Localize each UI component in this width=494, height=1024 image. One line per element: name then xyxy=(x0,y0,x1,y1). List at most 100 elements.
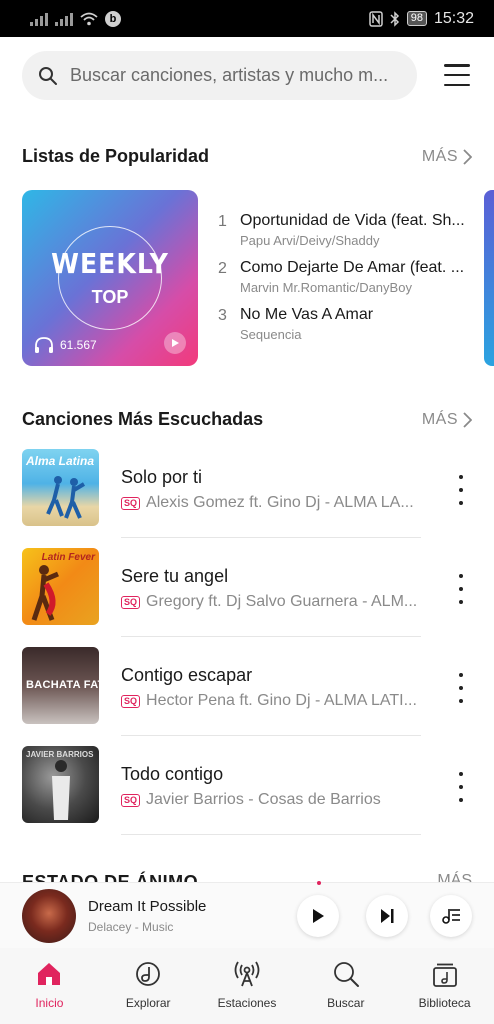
rank-number: 1 xyxy=(218,213,227,230)
next-chart-card[interactable] xyxy=(484,190,494,366)
nav-label: Buscar xyxy=(327,996,365,1010)
explore-icon xyxy=(136,962,161,986)
rank-artist: Papu Arvi/Deivy/Shaddy xyxy=(240,233,380,248)
top-songs-more-link[interactable]: MÁS xyxy=(422,411,472,429)
play-count: 61.567 xyxy=(34,336,97,354)
more-options-icon[interactable] xyxy=(454,574,468,604)
rank-title: Como Dejarte De Amar (feat. ... xyxy=(240,259,465,276)
song-info: Sere tu angel SQ Gregory ft. Dj Salvo Gu… xyxy=(121,538,421,637)
search-bar[interactable] xyxy=(22,51,417,100)
song-info: Solo por ti SQ Alexis Gomez ft. Gino Dj … xyxy=(121,439,421,538)
rank-number: 2 xyxy=(218,260,227,277)
song-title: Contigo escapar xyxy=(121,665,253,685)
card-title-line1: WEEKLY xyxy=(51,247,169,280)
song-artist: Gregory ft. Dj Salvo Guarnera - ALM... xyxy=(146,593,418,610)
dancer-couple-icon xyxy=(31,565,59,621)
chevron-right-icon xyxy=(463,411,472,428)
singer-figure-icon xyxy=(52,760,70,820)
search-input[interactable] xyxy=(70,65,400,86)
song-list: Alma Latina Solo por ti SQ Alexis Gomez … xyxy=(22,449,472,845)
bottom-nav: Inicio Explorar Estaciones Buscar Biblio… xyxy=(0,948,494,1024)
ranking-item[interactable]: 3 No Me Vas A Amar Sequencia xyxy=(218,306,474,353)
sq-badge: SQ xyxy=(121,694,141,708)
menu-button[interactable] xyxy=(444,64,470,86)
nav-label: Estaciones xyxy=(217,996,277,1010)
notification-icon: b xyxy=(105,10,121,27)
chart-ranking: 1 Oportunidad de Vida (feat. Sh... Papu … xyxy=(218,212,474,353)
player-title: Dream It Possible xyxy=(88,897,207,915)
chevron-right-icon xyxy=(463,148,472,165)
nav-stations[interactable]: Estaciones xyxy=(198,948,297,1024)
cover-text: Alma Latina xyxy=(26,454,95,468)
player-cover xyxy=(22,888,76,943)
nav-library[interactable]: Biblioteca xyxy=(395,948,494,1024)
song-artist: Javier Barrios - Cosas de Barrios xyxy=(146,791,381,808)
card-title-line2: TOP xyxy=(91,287,129,307)
next-button[interactable] xyxy=(366,895,408,937)
song-title: Todo contigo xyxy=(121,764,224,784)
album-cover: BACHATA FATAL xyxy=(22,647,99,724)
play-count-value: 61.567 xyxy=(60,338,97,352)
playlist-button[interactable] xyxy=(430,895,472,937)
song-item[interactable]: BACHATA FATAL Contigo escapar SQ Hector … xyxy=(22,647,472,746)
headphones-icon xyxy=(35,337,53,353)
sq-badge: SQ xyxy=(121,595,141,609)
play-button[interactable] xyxy=(297,895,339,937)
clock: 15:32 xyxy=(433,9,474,27)
song-item[interactable]: Alma Latina Solo por ti SQ Alexis Gomez … xyxy=(22,449,472,548)
nav-label: Biblioteca xyxy=(418,996,471,1010)
charts-title: Listas de Popularidad xyxy=(22,146,210,166)
player-artist: Delacey - Music xyxy=(88,919,174,934)
ranking-item[interactable]: 1 Oportunidad de Vida (feat. Sh... Papu … xyxy=(218,212,474,259)
charts-more-label: MÁS xyxy=(421,147,458,165)
player-progress-indicator xyxy=(317,881,321,885)
song-artist: Hector Pena ft. Gino Dj - ALMA LATI... xyxy=(146,692,417,709)
nav-label: Explorar xyxy=(125,996,171,1010)
song-item[interactable]: JAVIER BARRIOS Todo contigo SQ Javier Ba… xyxy=(22,746,472,845)
nav-search[interactable]: Buscar xyxy=(296,948,395,1024)
song-info: Todo contigo SQ Javier Barrios - Cosas d… xyxy=(121,736,421,835)
search-row xyxy=(22,51,472,100)
player-info: Dream It Possible Delacey - Music xyxy=(88,898,278,934)
battery-icon: 98 xyxy=(406,11,427,26)
signal-1-icon xyxy=(30,12,48,26)
charts-more-link[interactable]: MÁS xyxy=(422,148,472,166)
search-icon xyxy=(39,66,57,85)
search-icon xyxy=(333,962,359,987)
playlist-icon xyxy=(442,909,460,924)
rank-title: No Me Vas A Amar xyxy=(240,306,374,323)
library-icon xyxy=(432,963,457,987)
more-options-icon[interactable] xyxy=(454,772,468,802)
album-cover: JAVIER BARRIOS xyxy=(22,746,99,823)
song-title: Solo por ti xyxy=(121,467,203,487)
cover-text: BACHATA FATAL xyxy=(26,679,99,691)
song-info: Contigo escapar SQ Hector Pena ft. Gino … xyxy=(121,637,421,736)
home-icon xyxy=(38,963,61,985)
nfc-icon xyxy=(368,10,383,27)
dancers-icon xyxy=(46,476,86,519)
skip-next-icon xyxy=(381,909,394,923)
bluetooth-icon xyxy=(390,10,399,27)
more-options-icon[interactable] xyxy=(454,673,468,703)
top-songs-header: Canciones Más Escuchadas MÁS xyxy=(22,409,472,430)
song-item[interactable]: Latin Fever Sere tu angel SQ Gregory ft.… xyxy=(22,548,472,647)
status-left: b xyxy=(30,10,121,27)
nav-home[interactable]: Inicio xyxy=(0,948,99,1024)
mini-player[interactable]: Dream It Possible Delacey - Music xyxy=(0,881,494,948)
ranking-item[interactable]: 2 Como Dejarte De Amar (feat. ... Marvin… xyxy=(218,259,474,306)
rank-artist: Sequencia xyxy=(240,327,302,342)
status-right: 98 15:32 xyxy=(368,9,474,28)
radio-icon xyxy=(234,961,260,987)
more-options-icon[interactable] xyxy=(454,475,468,505)
song-artist: Alexis Gomez ft. Gino Dj - ALMA LA... xyxy=(146,494,414,511)
nav-explore[interactable]: Explorar xyxy=(99,948,198,1024)
album-cover: Alma Latina xyxy=(22,449,99,526)
rank-artist: Marvin Mr.Romantic/DanyBoy xyxy=(240,280,412,295)
status-bar: b 98 15:32 xyxy=(0,0,494,37)
play-icon xyxy=(172,339,179,347)
album-cover: Latin Fever xyxy=(22,548,99,625)
rank-title: Oportunidad de Vida (feat. Sh... xyxy=(240,212,465,229)
card-play-button[interactable] xyxy=(164,332,186,354)
weekly-top-card[interactable]: WEEKLY TOP 61.567 xyxy=(22,190,198,366)
wifi-icon xyxy=(80,12,98,25)
